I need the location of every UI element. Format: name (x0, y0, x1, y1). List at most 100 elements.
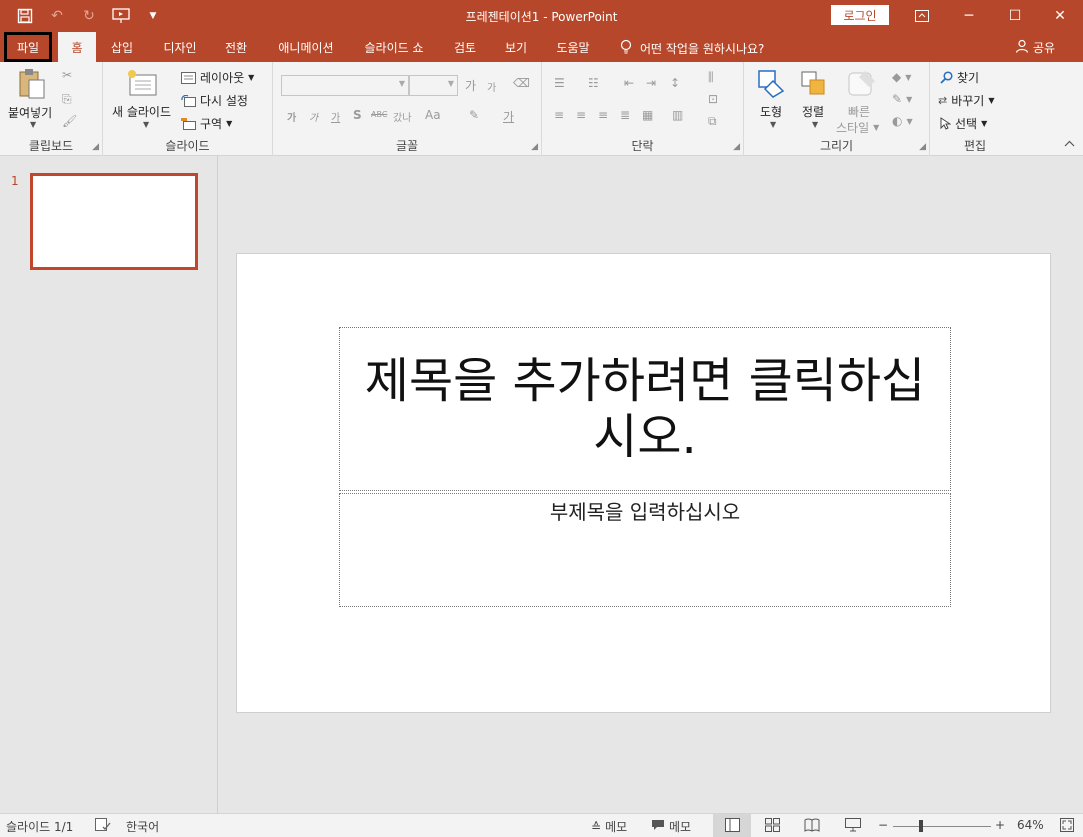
bullets-icon[interactable]: ☰ (554, 76, 565, 90)
zoom-slider-thumb[interactable] (919, 820, 923, 832)
distributed-icon[interactable]: ▦ (642, 108, 653, 122)
zoom-slider-track[interactable] (893, 826, 991, 827)
normal-view-button[interactable] (713, 814, 751, 837)
copy-icon[interactable]: ⎘ (62, 92, 72, 107)
subtitle-placeholder[interactable]: 부제목을 입력하십시오 (339, 493, 951, 607)
line-spacing-icon[interactable]: ↕ (670, 76, 680, 90)
replace-button[interactable]: ⇄ 바꾸기 ▼ (938, 92, 995, 109)
font-size-combobox[interactable]: ▼ (409, 75, 458, 96)
comments-button[interactable]: 메모 (651, 818, 691, 835)
grow-font-button[interactable]: 가 (465, 77, 476, 94)
close-icon[interactable]: ✕ (1037, 0, 1083, 32)
tab-design[interactable]: 디자인 (152, 32, 208, 62)
drawing-group-label: 그리기 (819, 139, 854, 153)
shape-effects-icon[interactable]: ◐ ▼ (892, 114, 913, 128)
new-slide-dropdown-icon[interactable]: ▼ (143, 120, 149, 129)
font-name-dropdown-icon[interactable]: ▼ (399, 79, 405, 88)
quick-styles-icon[interactable] (846, 68, 878, 100)
paste-dropdown-icon[interactable]: ▼ (30, 120, 36, 129)
align-right-icon[interactable]: ≡ (598, 108, 608, 122)
highlight-icon[interactable]: ✎ (469, 108, 479, 122)
tab-help[interactable]: 도움말 (546, 32, 600, 62)
tab-transitions[interactable]: 전환 (216, 32, 256, 62)
tab-slideshow[interactable]: 슬라이드 쇼 (354, 32, 434, 62)
share-button[interactable]: 공유 (1015, 39, 1055, 56)
arrange-button[interactable]: 정렬 (802, 103, 824, 120)
select-button[interactable]: 선택 ▼ (940, 115, 987, 132)
tab-home[interactable]: 홈 (58, 32, 96, 62)
format-painter-icon[interactable]: 🖌 (62, 114, 77, 128)
notes-button[interactable]: ≙ 메모 (591, 818, 627, 835)
paste-button[interactable]: 붙여넣기 (8, 104, 52, 121)
align-left-icon[interactable]: ≡ (554, 108, 564, 122)
font-name-combobox[interactable]: ▼ (281, 75, 409, 96)
slideshow-view-icon[interactable] (845, 818, 861, 832)
tell-me-search[interactable]: 어떤 작업을 원하시나요? (620, 39, 764, 58)
cut-icon[interactable]: ✂ (62, 68, 72, 82)
font-color-button[interactable]: 가 (503, 108, 514, 125)
shapes-icon[interactable] (756, 68, 788, 100)
tab-animations[interactable]: 애니메이션 (268, 32, 344, 62)
reset-button[interactable]: 다시 설정 (181, 92, 248, 109)
reading-view-icon[interactable] (804, 818, 820, 832)
shadow-button[interactable]: S (353, 108, 362, 122)
paste-icon[interactable] (16, 68, 48, 100)
numbering-icon[interactable]: ☷ (588, 76, 599, 90)
zoom-in-button[interactable]: + (995, 818, 1005, 832)
zoom-out-button[interactable]: − (878, 818, 888, 832)
slide-thumbnail[interactable] (30, 173, 198, 270)
slide-sorter-icon[interactable] (765, 818, 780, 832)
font-size-dropdown-icon[interactable]: ▼ (448, 79, 454, 88)
section-button[interactable]: 구역 ▼ (181, 115, 232, 132)
tab-review[interactable]: 검토 (444, 32, 486, 62)
layout-button[interactable]: 레이아웃 ▼ (181, 69, 254, 86)
slide-canvas[interactable]: 제목을 추가하려면 클릭하십시오. 부제목을 입력하십시오 (236, 253, 1051, 713)
arrange-dropdown-icon[interactable]: ▼ (812, 120, 818, 129)
new-slide-icon[interactable] (127, 68, 159, 100)
italic-button[interactable]: 가 (309, 109, 318, 124)
underline-button[interactable]: 가 (331, 109, 340, 124)
clear-formatting-icon[interactable]: ⌫ (513, 76, 530, 90)
new-slide-button[interactable]: 새 슬라이드 (112, 103, 171, 120)
clipboard-launcher-icon[interactable]: ◢ (92, 142, 99, 152)
character-spacing-button[interactable]: 갔나 (393, 109, 411, 124)
group-clipboard: 붙여넣기 ▼ ✂ ⎘ 🖌 클립보드 ◢ (0, 62, 103, 156)
tab-view[interactable]: 보기 (496, 32, 536, 62)
shape-fill-icon[interactable]: ◆ ▼ (892, 70, 911, 84)
shrink-font-button[interactable]: 가 (487, 79, 496, 94)
change-case-button[interactable]: Aa (425, 108, 441, 122)
spelling-check-icon[interactable] (95, 818, 111, 831)
zoom-level[interactable]: 64% (1017, 818, 1044, 832)
share-label: 공유 (1033, 41, 1056, 55)
drawing-launcher-icon[interactable]: ◢ (919, 142, 926, 152)
font-launcher-icon[interactable]: ◢ (531, 142, 538, 152)
shape-outline-icon[interactable]: ✎ ▼ (892, 92, 912, 106)
shapes-button[interactable]: 도형 (760, 103, 782, 120)
language-indicator[interactable]: 한국어 (126, 818, 159, 835)
quick-styles-button[interactable]: 스타일 ▼ (836, 119, 879, 136)
collapse-ribbon-icon[interactable] (1064, 140, 1075, 147)
increase-indent-icon[interactable]: ⇥ (646, 76, 656, 90)
tab-insert[interactable]: 삽입 (102, 32, 142, 62)
align-text-icon[interactable]: ⊡ (708, 92, 718, 106)
align-center-icon[interactable]: ≡ (576, 108, 586, 122)
title-placeholder[interactable]: 제목을 추가하려면 클릭하십시오. (339, 327, 951, 491)
maximize-icon[interactable]: ☐ (992, 0, 1038, 32)
shapes-dropdown-icon[interactable]: ▼ (770, 120, 776, 129)
text-direction-icon[interactable]: ⫼ (708, 70, 714, 85)
paragraph-launcher-icon[interactable]: ◢ (733, 142, 740, 152)
bold-button[interactable]: 가 (287, 109, 296, 124)
decrease-indent-icon[interactable]: ⇤ (624, 76, 634, 90)
minimize-icon[interactable]: ─ (946, 0, 992, 32)
columns-icon[interactable]: ▥ (672, 108, 683, 122)
strikethrough-button[interactable]: ABC (371, 110, 387, 119)
smartart-icon[interactable]: ⧉ (708, 114, 717, 129)
slides-group-label: 슬라이드 (165, 139, 210, 153)
login-button[interactable]: 로그인 (831, 5, 889, 25)
tab-file[interactable]: 파일 (4, 32, 52, 62)
fit-to-window-icon[interactable] (1060, 818, 1074, 832)
ribbon-display-icon[interactable] (899, 0, 945, 32)
justify-icon[interactable]: ≣ (620, 108, 630, 122)
arrange-icon[interactable] (798, 68, 830, 100)
find-button[interactable]: 찾기 (940, 69, 979, 86)
